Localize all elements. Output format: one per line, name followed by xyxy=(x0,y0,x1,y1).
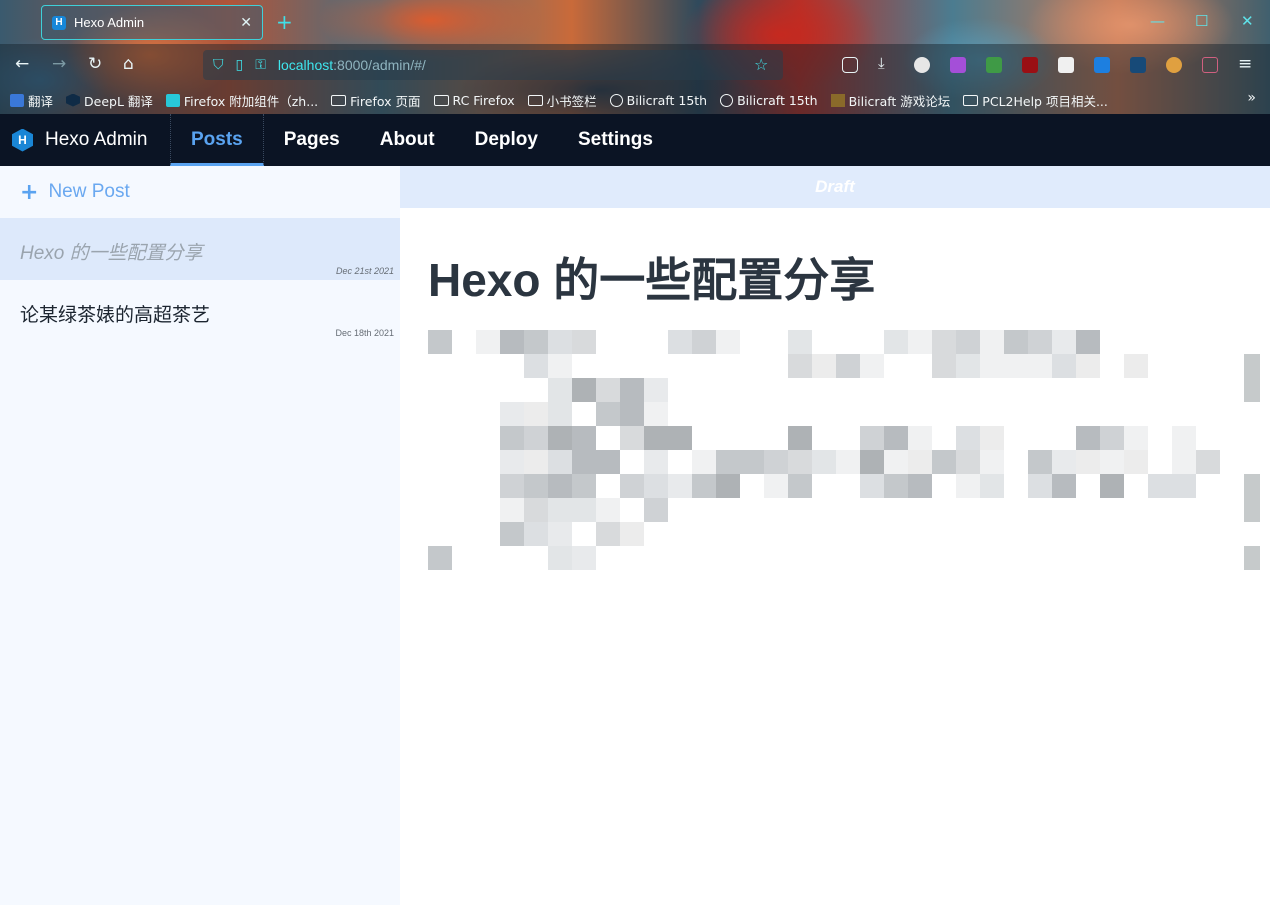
bookmark-label: Firefox 页面 xyxy=(350,93,421,109)
navigation-toolbar: ← → ↻ ⌂ ⛉ ▯ ⚿ localhost :8000/admin/#/ ☆… xyxy=(0,46,1270,84)
address-bar[interactable]: ⛉ ▯ ⚿ localhost :8000/admin/#/ xyxy=(203,50,783,80)
post-list-item[interactable]: Hexo 的一些配置分享 Dec 21st 2021 xyxy=(0,218,400,280)
post-title: Hexo 的一些配置分享 xyxy=(20,243,203,264)
ublock-icon[interactable] xyxy=(1022,57,1038,73)
folder-icon xyxy=(963,94,979,106)
tab-title: Hexo Admin xyxy=(74,15,145,30)
menu-icon[interactable]: ≡ xyxy=(1238,54,1252,74)
extension-feather-icon[interactable] xyxy=(914,57,930,73)
block-icon xyxy=(830,93,845,107)
more-bookmarks-icon[interactable]: » xyxy=(1247,90,1256,106)
new-tab-icon[interactable]: + xyxy=(276,10,293,34)
deepl-icon xyxy=(66,93,81,107)
extension-hash-icon[interactable] xyxy=(1130,57,1146,73)
extension-mk-icon[interactable] xyxy=(1094,57,1110,73)
pocket-icon[interactable] xyxy=(842,57,858,73)
url-path: :8000/admin/#/ xyxy=(333,57,426,73)
folder-icon xyxy=(331,94,347,106)
app-header: H Hexo Admin Posts Pages About Deploy Se… xyxy=(0,114,1270,166)
puzzle-icon xyxy=(165,93,180,107)
draft-status-bar[interactable]: Draft xyxy=(400,166,1270,208)
maximize-icon[interactable]: ☐ xyxy=(1195,12,1208,30)
post-preview: Draft Hexo 的一些配置分享 xyxy=(400,166,1270,905)
back-icon[interactable]: ← xyxy=(15,54,29,74)
new-post-button[interactable]: + New Post xyxy=(0,166,400,218)
bookmark-item[interactable]: DeepL 翻译 xyxy=(66,91,153,110)
bookmark-label: Bilicraft 15th xyxy=(626,92,708,108)
browser-chrome: H Hexo Admin ✕ + — ☐ ✕ ← → ↻ ⌂ ⛉ ▯ ⚿ loc… xyxy=(0,0,1270,114)
home-icon[interactable]: ⌂ xyxy=(123,54,134,74)
posts-sidebar: + New Post Hexo 的一些配置分享 Dec 21st 2021 论某… xyxy=(0,166,400,905)
bookmark-item[interactable]: RC Firefox xyxy=(433,92,515,108)
extension-puzzle-icon[interactable] xyxy=(1202,57,1218,73)
bookmarks-bar: 翻译 DeepL 翻译 Firefox 附加组件（zh... Firefox 页… xyxy=(0,88,1270,112)
bookmark-label: PCL2Help 项目相关... xyxy=(982,93,1108,109)
bookmark-item[interactable]: 翻译 xyxy=(10,91,53,110)
page-icon[interactable]: ▯ xyxy=(236,57,244,73)
shield-icon[interactable]: ⛉ xyxy=(213,57,224,73)
translate-icon xyxy=(10,93,24,107)
bookmark-label: Firefox 附加组件（zh... xyxy=(183,93,319,109)
plus-icon: + xyxy=(20,179,39,205)
reload-icon[interactable]: ↻ xyxy=(88,54,102,74)
close-tab-icon[interactable]: ✕ xyxy=(240,15,252,31)
extension-eyes-icon[interactable] xyxy=(1058,57,1074,73)
bookmark-label: Bilicraft 15th xyxy=(737,92,818,108)
forward-icon[interactable]: → xyxy=(52,54,66,74)
bookmark-label: 小书签栏 xyxy=(546,93,597,109)
nav-about[interactable]: About xyxy=(360,114,455,166)
minimize-icon[interactable]: — xyxy=(1150,12,1165,30)
globe-icon xyxy=(609,93,623,107)
bookmark-label: Bilicraft 游戏论坛 xyxy=(848,93,951,109)
nav-settings[interactable]: Settings xyxy=(558,114,673,166)
new-post-label: New Post xyxy=(48,181,130,202)
nav-pages[interactable]: Pages xyxy=(264,114,360,166)
bookmark-item[interactable]: Bilicraft 15th xyxy=(720,92,818,108)
bookmark-item[interactable]: 小书签栏 xyxy=(527,91,597,110)
brand-name: Hexo Admin xyxy=(45,129,148,150)
close-window-icon[interactable]: ✕ xyxy=(1241,12,1254,30)
bookmark-label: 翻译 xyxy=(28,93,54,109)
brand[interactable]: H Hexo Admin xyxy=(0,114,170,166)
folder-icon xyxy=(433,94,449,106)
extension-snowflake-icon[interactable] xyxy=(950,57,966,73)
post-date: Dec 21st 2021 xyxy=(335,266,394,276)
hexo-favicon-icon: H xyxy=(52,15,66,30)
bookmark-label: RC Firefox xyxy=(452,92,515,108)
browser-tab[interactable]: H Hexo Admin ✕ xyxy=(41,5,263,40)
post-title: 论某绿茶婊的高超茶艺 xyxy=(20,305,211,326)
folder-icon xyxy=(527,94,543,106)
bookmark-item[interactable]: Firefox 页面 xyxy=(331,91,421,110)
post-date: Dec 18th 2021 xyxy=(335,328,394,338)
extension-cube-icon[interactable] xyxy=(986,57,1002,73)
bookmark-item[interactable]: Firefox 附加组件（zh... xyxy=(165,91,319,110)
extension-circle-icon[interactable] xyxy=(1166,57,1182,73)
url-host: localhost xyxy=(277,57,334,73)
bookmark-star-icon[interactable]: ☆ xyxy=(754,55,768,74)
hexo-logo-icon: H xyxy=(12,128,33,152)
bookmark-label: DeepL 翻译 xyxy=(84,93,153,109)
bookmark-item[interactable]: Bilicraft 游戏论坛 xyxy=(830,91,951,110)
key-icon[interactable]: ⚿ xyxy=(255,57,266,73)
downloads-icon[interactable]: ⤓ xyxy=(878,54,885,72)
globe-icon xyxy=(720,93,734,107)
bookmark-item[interactable]: PCL2Help 项目相关... xyxy=(963,91,1108,110)
bookmark-item[interactable]: Bilicraft 15th xyxy=(609,92,708,108)
pixelated-content xyxy=(428,330,1260,570)
post-list-item[interactable]: 论某绿茶婊的高超茶艺 Dec 18th 2021 xyxy=(0,280,400,342)
nav-deploy[interactable]: Deploy xyxy=(455,114,558,166)
nav-posts[interactable]: Posts xyxy=(170,114,264,166)
